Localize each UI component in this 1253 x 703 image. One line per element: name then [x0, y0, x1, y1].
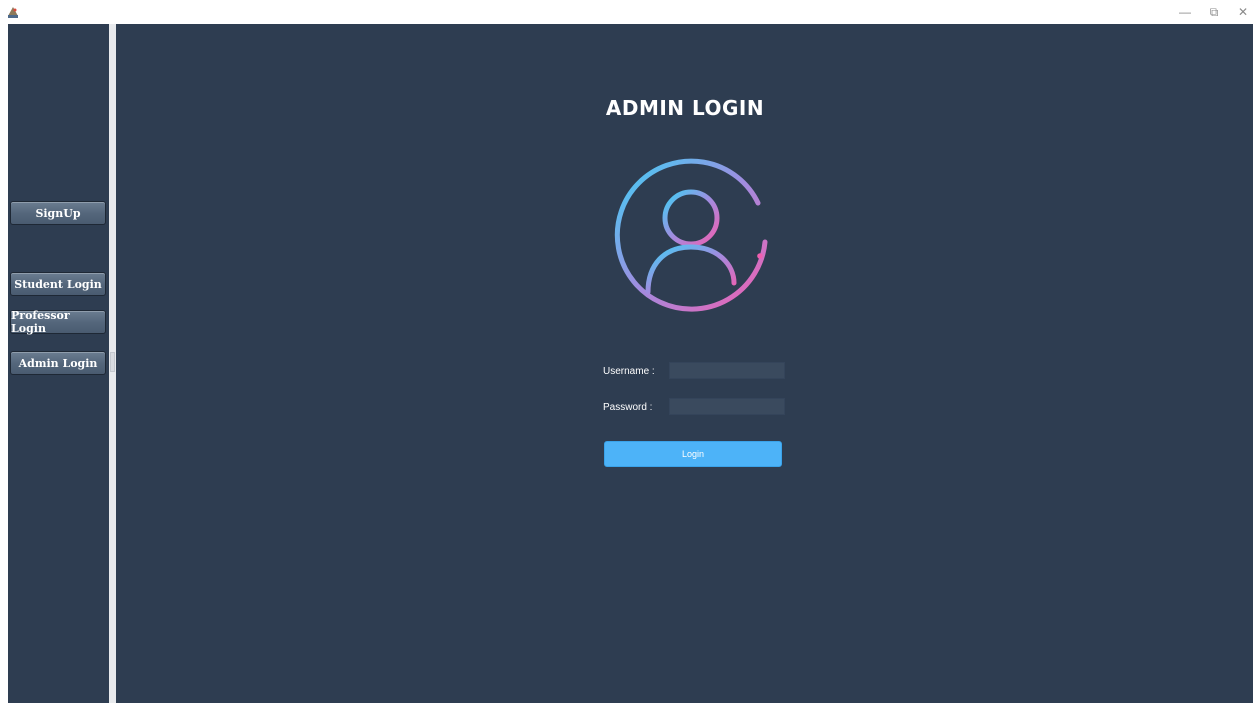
title-bar: — ⧉ ✕: [0, 0, 1253, 24]
java-app-icon: [6, 5, 20, 19]
restore-button[interactable]: ⧉: [1199, 0, 1229, 24]
username-input[interactable]: [669, 362, 785, 379]
password-input[interactable]: [669, 398, 785, 415]
signup-button[interactable]: SignUp: [10, 201, 106, 225]
admin-login-button[interactable]: Admin Login: [10, 351, 106, 375]
page-title: ADMIN LOGIN: [605, 96, 765, 120]
close-button[interactable]: ✕: [1228, 0, 1253, 24]
password-label: Password :: [603, 402, 653, 413]
app-window: — ⧉ ✕ SignUp Student Login Professor Log…: [0, 0, 1253, 703]
window-left-border: [0, 24, 8, 703]
username-label: Username :: [603, 366, 655, 377]
minimize-button[interactable]: —: [1170, 0, 1200, 24]
login-button[interactable]: Login: [604, 441, 782, 467]
student-login-button[interactable]: Student Login: [10, 272, 106, 296]
professor-login-button[interactable]: Professor Login: [10, 309, 106, 335]
divider-grip[interactable]: [110, 352, 115, 372]
user-circle-icon: [614, 158, 768, 312]
